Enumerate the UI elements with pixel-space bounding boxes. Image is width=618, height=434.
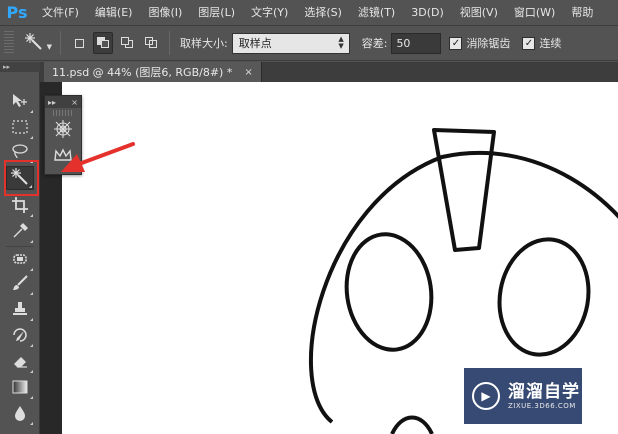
new-selection-icon bbox=[74, 38, 84, 48]
menu-3d[interactable]: 3D(D) bbox=[403, 0, 452, 25]
close-icon[interactable]: × bbox=[71, 98, 78, 107]
tools-panel bbox=[0, 72, 40, 434]
tools-panel-header[interactable]: ▸▸ bbox=[0, 62, 40, 72]
divider bbox=[169, 31, 170, 55]
magic-wand-icon bbox=[24, 32, 44, 55]
eyedropper-tool[interactable] bbox=[6, 220, 34, 244]
tool-group-indicator bbox=[30, 110, 33, 113]
watermark-url: ZIXUE.3D66.COM bbox=[508, 402, 576, 410]
menu-help[interactable]: 帮助 bbox=[563, 0, 601, 25]
menu-view[interactable]: 视图(V) bbox=[452, 0, 506, 25]
tolerance-label: 容差: bbox=[361, 37, 388, 50]
sample-size-label: 取样大小: bbox=[180, 37, 228, 50]
stamp-icon bbox=[12, 301, 28, 320]
subtract-from-selection-button[interactable] bbox=[117, 32, 137, 54]
eraser-tool[interactable] bbox=[6, 350, 34, 374]
updown-arrows-icon: ▲ ▼ bbox=[338, 34, 344, 50]
marquee-icon bbox=[12, 119, 28, 137]
brush-tool[interactable] bbox=[6, 272, 34, 296]
tool-group-indicator bbox=[30, 292, 33, 295]
options-bar-grip[interactable] bbox=[4, 31, 14, 55]
menu-window[interactable]: 窗口(W) bbox=[506, 0, 563, 25]
watermark-name: 溜溜自学 bbox=[508, 382, 580, 402]
clone-stamp-tool[interactable] bbox=[6, 298, 34, 322]
contiguous-label: 连续 bbox=[539, 37, 562, 50]
tool-group-indicator bbox=[30, 396, 33, 399]
intersect-selection-button[interactable] bbox=[141, 32, 161, 54]
menu-filter[interactable]: 滤镜(T) bbox=[350, 0, 403, 25]
move-icon bbox=[11, 93, 29, 112]
brush-icon bbox=[12, 274, 28, 294]
tool-group-indicator bbox=[30, 344, 33, 347]
menu-layer[interactable]: 图层(L) bbox=[190, 0, 243, 25]
divider bbox=[6, 246, 34, 247]
document-tab-bar: 11.psd @ 44% (图层6, RGB/8#) * × bbox=[40, 62, 618, 82]
move-tool[interactable] bbox=[6, 90, 34, 114]
sample-size-value: 取样点 bbox=[238, 37, 272, 50]
add-selection-icon bbox=[96, 37, 110, 49]
flyout-grip[interactable] bbox=[53, 110, 73, 116]
close-icon[interactable]: × bbox=[244, 67, 252, 78]
menu-edit[interactable]: 编辑(E) bbox=[87, 0, 141, 25]
menu-bar: Ps 文件(F) 编辑(E) 图像(I) 图层(L) 文字(Y) 选择(S) 滤… bbox=[0, 0, 618, 25]
tool-preset-picker[interactable]: ▼ bbox=[14, 29, 54, 57]
add-to-selection-button[interactable] bbox=[93, 32, 113, 54]
tool-group-indicator bbox=[30, 136, 33, 139]
history-brush-tool[interactable] bbox=[6, 324, 34, 348]
subtract-selection-icon bbox=[120, 37, 134, 49]
new-selection-button[interactable] bbox=[69, 32, 89, 54]
bandage-icon bbox=[12, 251, 28, 270]
spider-web-icon bbox=[53, 119, 73, 142]
tool-group-indicator bbox=[30, 318, 33, 321]
crop-tool[interactable] bbox=[6, 194, 34, 218]
marquee-tool[interactable] bbox=[6, 116, 34, 140]
eyedropper-icon bbox=[12, 222, 28, 242]
menu-image[interactable]: 图像(I) bbox=[140, 0, 190, 25]
collapse-icon[interactable]: ▸▸ bbox=[48, 98, 56, 107]
tolerance-input[interactable]: 50 bbox=[391, 32, 442, 54]
divider bbox=[60, 31, 61, 55]
healing-brush-tool[interactable] bbox=[6, 248, 34, 272]
tool-highlight-box bbox=[4, 160, 39, 196]
watermark: ▶ 溜溜自学 ZIXUE.3D66.COM bbox=[464, 368, 582, 424]
droplet-icon bbox=[12, 405, 28, 424]
eraser-icon bbox=[12, 353, 28, 372]
crop-icon bbox=[12, 196, 28, 216]
gradient-tool[interactable] bbox=[6, 376, 34, 400]
document-tab[interactable]: 11.psd @ 44% (图层6, RGB/8#) * × bbox=[44, 62, 262, 82]
flyout-header: ▸▸ × bbox=[45, 96, 81, 108]
blur-tool[interactable] bbox=[6, 402, 34, 426]
options-bar: ▼ 取样大小: 取样点 ▲ ▼ 容差: 50 ✓ 消除锯齿 ✓ 连续 bbox=[0, 25, 618, 61]
tool-group-indicator bbox=[30, 268, 33, 271]
photoshop-logo: Ps bbox=[6, 3, 28, 22]
menu-type[interactable]: 文字(Y) bbox=[243, 0, 296, 25]
sample-size-select[interactable]: 取样点 ▲ ▼ bbox=[231, 32, 350, 54]
play-icon: ▶ bbox=[472, 382, 500, 410]
chevron-down-icon: ▼ bbox=[46, 43, 52, 51]
antialias-checkbox[interactable]: ✓ bbox=[449, 36, 463, 50]
menu-file[interactable]: 文件(F) bbox=[34, 0, 87, 25]
tool-group-indicator bbox=[30, 214, 33, 217]
intersect-selection-icon bbox=[144, 37, 158, 49]
flyout-tool-1[interactable] bbox=[48, 118, 78, 142]
antialias-label: 消除锯齿 bbox=[466, 37, 511, 50]
tool-group-indicator bbox=[30, 370, 33, 373]
contiguous-checkbox[interactable]: ✓ bbox=[522, 36, 536, 50]
lasso-icon bbox=[11, 143, 29, 162]
history-brush-icon bbox=[12, 327, 28, 346]
document-tab-title: 11.psd @ 44% (图层6, RGB/8#) * bbox=[52, 66, 233, 79]
tool-group-indicator bbox=[30, 422, 33, 425]
tool-group-indicator bbox=[30, 240, 33, 243]
menu-select[interactable]: 选择(S) bbox=[296, 0, 350, 25]
annotation-arrow bbox=[61, 142, 135, 172]
gradient-icon bbox=[12, 380, 28, 397]
